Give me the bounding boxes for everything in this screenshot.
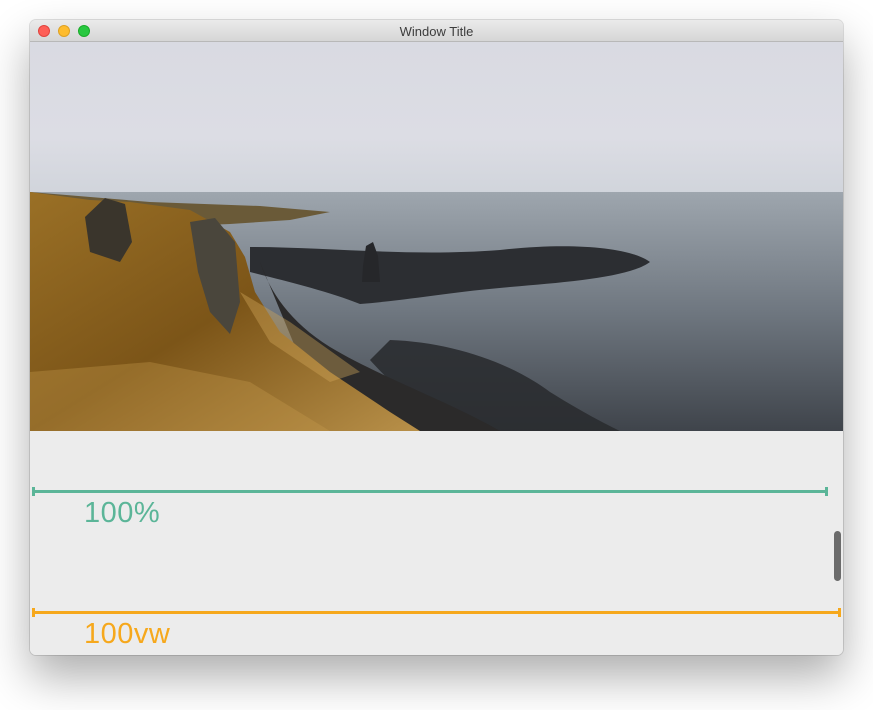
window-title: Window Title (399, 24, 474, 39)
width-100vw-bar-right-cap (838, 608, 841, 617)
width-100vw-bar (32, 608, 841, 617)
width-100-percent-bar (32, 487, 828, 496)
vertical-scrollbar-thumb[interactable] (834, 531, 841, 581)
width-100vw-label: 100vw (84, 618, 171, 650)
width-100vw-bar-left-cap (32, 608, 35, 617)
width-100-percent-label: 100% (84, 497, 161, 529)
width-100-percent-bar-left-cap (32, 487, 35, 496)
page-content[interactable]: 100% 100vw (30, 42, 843, 655)
landscape-image (30, 42, 843, 431)
title-bar[interactable]: Window Title (30, 20, 843, 42)
app-window: Window Title 100% 100vw (30, 20, 843, 655)
width-100-percent-bar-right-cap (825, 487, 828, 496)
